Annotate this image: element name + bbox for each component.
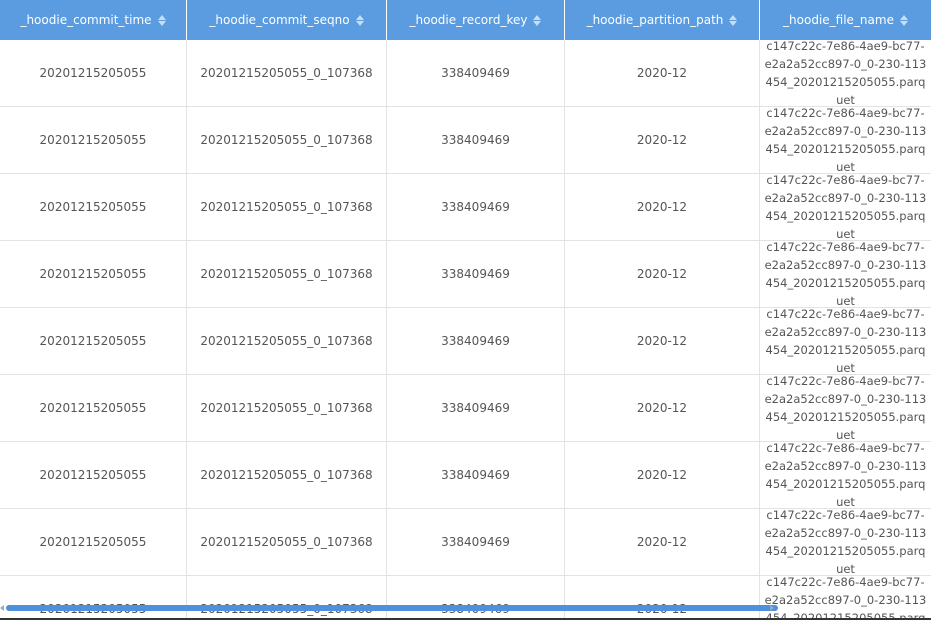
cell-file-name: c147c22c-7e86-4ae9-bc77-e2a2a52cc897-0_0… bbox=[764, 576, 927, 620]
cell-record-key: 338409469 bbox=[387, 442, 565, 508]
column-header-label: _hoodie_file_name bbox=[783, 13, 894, 27]
cell-record-key: 338409469 bbox=[387, 107, 565, 173]
cell-commit-seqno: 20201215205055_0_107368 bbox=[187, 576, 387, 620]
cell-partition-path: 2020-12 bbox=[565, 442, 760, 508]
cell-commit-time: 20201215205055 bbox=[0, 576, 187, 620]
cell-record-key: 338409469 bbox=[387, 40, 565, 106]
cell-commit-time: 20201215205055 bbox=[0, 174, 187, 240]
table-header: _hoodie_commit_time _hoodie_commit_seqno… bbox=[0, 0, 931, 40]
cell-record-key: 338409469 bbox=[387, 576, 565, 620]
cell-commit-seqno: 20201215205055_0_107368 bbox=[187, 174, 387, 240]
sort-icon[interactable] bbox=[729, 14, 738, 26]
results-table-view: _hoodie_commit_time _hoodie_commit_seqno… bbox=[0, 0, 931, 620]
table-body: 20201215205055 20201215205055_0_107368 3… bbox=[0, 40, 931, 620]
cell-file-name: c147c22c-7e86-4ae9-bc77-e2a2a52cc897-0_0… bbox=[764, 375, 927, 441]
sort-icon[interactable] bbox=[355, 14, 364, 26]
cell-partition-path: 2020-12 bbox=[565, 509, 760, 575]
cell-file-name: c147c22c-7e86-4ae9-bc77-e2a2a52cc897-0_0… bbox=[764, 308, 927, 374]
cell-commit-time: 20201215205055 bbox=[0, 107, 187, 173]
cell-commit-seqno: 20201215205055_0_107368 bbox=[187, 241, 387, 307]
cell-partition-path: 2020-12 bbox=[565, 375, 760, 441]
cell-commit-seqno: 20201215205055_0_107368 bbox=[187, 375, 387, 441]
column-header-label: _hoodie_commit_time bbox=[20, 13, 152, 27]
cell-partition-path: 2020-12 bbox=[565, 107, 760, 173]
horizontal-scrollbar[interactable] bbox=[6, 605, 778, 611]
cell-partition-path: 2020-12 bbox=[565, 174, 760, 240]
cell-commit-seqno: 20201215205055_0_107368 bbox=[187, 442, 387, 508]
table-row[interactable]: 20201215205055 20201215205055_0_107368 3… bbox=[0, 40, 931, 107]
table-row[interactable]: 20201215205055 20201215205055_0_107368 3… bbox=[0, 308, 931, 375]
cell-record-key: 338409469 bbox=[387, 375, 565, 441]
cell-partition-path: 2020-12 bbox=[565, 576, 760, 620]
column-header-label: _hoodie_record_key bbox=[409, 13, 528, 27]
cell-commit-time: 20201215205055 bbox=[0, 40, 187, 106]
table-row[interactable]: 20201215205055 20201215205055_0_107368 3… bbox=[0, 107, 931, 174]
table-row[interactable]: 20201215205055 20201215205055_0_107368 3… bbox=[0, 509, 931, 576]
cell-commit-time: 20201215205055 bbox=[0, 308, 187, 374]
column-header-partition-path[interactable]: _hoodie_partition_path bbox=[565, 0, 760, 40]
cell-record-key: 338409469 bbox=[387, 241, 565, 307]
sort-icon[interactable] bbox=[533, 14, 542, 26]
cell-commit-time: 20201215205055 bbox=[0, 241, 187, 307]
scroll-right-arrow-icon[interactable] bbox=[770, 605, 774, 611]
sort-icon[interactable] bbox=[899, 14, 908, 26]
cell-file-name: c147c22c-7e86-4ae9-bc77-e2a2a52cc897-0_0… bbox=[764, 40, 927, 106]
scroll-left-arrow-icon[interactable] bbox=[0, 605, 4, 611]
column-header-label: _hoodie_commit_seqno bbox=[209, 13, 350, 27]
cell-file-name: c147c22c-7e86-4ae9-bc77-e2a2a52cc897-0_0… bbox=[764, 442, 927, 508]
cell-commit-seqno: 20201215205055_0_107368 bbox=[187, 40, 387, 106]
cell-commit-seqno: 20201215205055_0_107368 bbox=[187, 308, 387, 374]
cell-record-key: 338409469 bbox=[387, 308, 565, 374]
sort-icon[interactable] bbox=[157, 14, 166, 26]
table-row[interactable]: 20201215205055 20201215205055_0_107368 3… bbox=[0, 174, 931, 241]
column-header-file-name[interactable]: _hoodie_file_name bbox=[760, 0, 931, 40]
table-row[interactable]: 20201215205055 20201215205055_0_107368 3… bbox=[0, 576, 931, 620]
cell-partition-path: 2020-12 bbox=[565, 241, 760, 307]
cell-commit-seqno: 20201215205055_0_107368 bbox=[187, 509, 387, 575]
cell-partition-path: 2020-12 bbox=[565, 40, 760, 106]
cell-file-name: c147c22c-7e86-4ae9-bc77-e2a2a52cc897-0_0… bbox=[764, 509, 927, 575]
cell-commit-seqno: 20201215205055_0_107368 bbox=[187, 107, 387, 173]
cell-file-name: c147c22c-7e86-4ae9-bc77-e2a2a52cc897-0_0… bbox=[764, 107, 927, 173]
cell-commit-time: 20201215205055 bbox=[0, 509, 187, 575]
cell-record-key: 338409469 bbox=[387, 509, 565, 575]
table-row[interactable]: 20201215205055 20201215205055_0_107368 3… bbox=[0, 241, 931, 308]
column-header-record-key[interactable]: _hoodie_record_key bbox=[387, 0, 565, 40]
table-row[interactable]: 20201215205055 20201215205055_0_107368 3… bbox=[0, 442, 931, 509]
cell-record-key: 338409469 bbox=[387, 174, 565, 240]
column-header-commit-seqno[interactable]: _hoodie_commit_seqno bbox=[187, 0, 387, 40]
cell-commit-time: 20201215205055 bbox=[0, 375, 187, 441]
cell-commit-time: 20201215205055 bbox=[0, 442, 187, 508]
cell-file-name: c147c22c-7e86-4ae9-bc77-e2a2a52cc897-0_0… bbox=[764, 174, 927, 240]
column-header-label: _hoodie_partition_path bbox=[586, 13, 724, 27]
cell-partition-path: 2020-12 bbox=[565, 308, 760, 374]
table-row[interactable]: 20201215205055 20201215205055_0_107368 3… bbox=[0, 375, 931, 442]
cell-file-name: c147c22c-7e86-4ae9-bc77-e2a2a52cc897-0_0… bbox=[764, 241, 927, 307]
column-header-commit-time[interactable]: _hoodie_commit_time bbox=[0, 0, 187, 40]
